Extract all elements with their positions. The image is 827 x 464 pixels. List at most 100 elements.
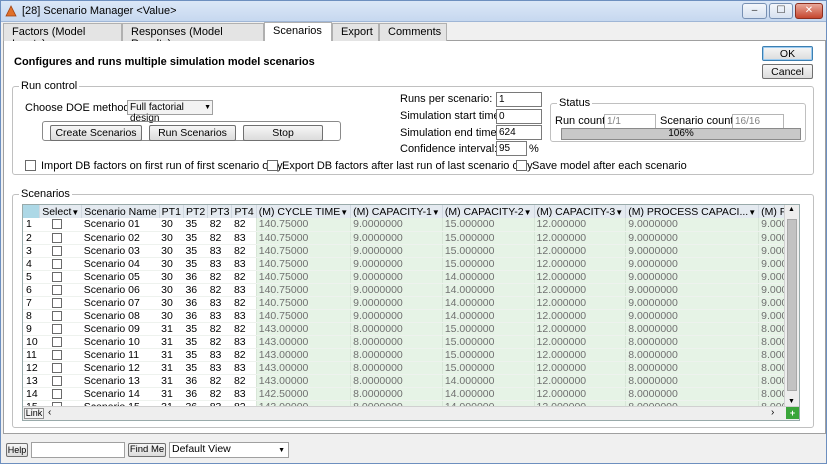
horizontal-scrollbar[interactable]: Link ‹ › + [23, 406, 799, 420]
select-cell[interactable] [39, 361, 82, 375]
save-model-checkbox[interactable] [516, 160, 527, 171]
tab-scenarios[interactable]: Scenarios [264, 22, 332, 41]
scenario-name-cell[interactable]: Scenario 08 [81, 309, 160, 323]
scenario-name-cell[interactable]: Scenario 04 [81, 257, 160, 271]
select-cell[interactable] [39, 257, 82, 271]
col-capacity-3[interactable]: (M) CAPACITY-3▼ [534, 205, 627, 218]
stop-button[interactable]: Stop [243, 125, 323, 141]
scroll-down-icon[interactable]: ▼ [788, 398, 795, 405]
scroll-right-icon[interactable]: › [771, 407, 774, 418]
pt3-cell[interactable]: 83 [207, 244, 232, 258]
scroll-thumb[interactable] [787, 219, 797, 391]
scroll-up-icon[interactable]: ▲ [788, 206, 795, 213]
select-cell[interactable] [39, 348, 82, 362]
select-cell[interactable] [39, 374, 82, 388]
link-button[interactable]: Link [24, 408, 44, 419]
scenario-name-cell[interactable]: Scenario 05 [81, 270, 160, 284]
pt2-cell[interactable]: 35 [183, 218, 208, 232]
pt3-cell[interactable]: 82 [207, 322, 232, 336]
scenario-name-cell[interactable]: Scenario 01 [81, 218, 160, 232]
runs-per-scenario-field[interactable]: 1 [496, 92, 542, 107]
select-cell[interactable] [39, 322, 82, 336]
help-button[interactable]: Help [6, 443, 28, 457]
pt3-cell[interactable]: 82 [207, 387, 232, 401]
find-input[interactable] [31, 442, 125, 458]
col-pt2[interactable]: PT2 [183, 205, 209, 218]
pt4-cell[interactable]: 82 [231, 244, 257, 258]
pt4-cell[interactable]: 83 [231, 335, 257, 349]
select-cell[interactable] [39, 309, 82, 323]
minimize-button[interactable]: – [742, 3, 767, 19]
tab-export[interactable]: Export [332, 23, 379, 41]
find-me-button[interactable]: Find Me [128, 443, 166, 457]
scenario-name-cell[interactable]: Scenario 07 [81, 296, 160, 310]
pt1-cell[interactable]: 30 [159, 231, 184, 245]
pt2-cell[interactable]: 35 [183, 335, 208, 349]
scenario-name-cell[interactable]: Scenario 12 [81, 361, 160, 375]
close-button[interactable]: ✕ [795, 3, 823, 19]
pt4-cell[interactable]: 82 [231, 322, 257, 336]
col-scenario-name[interactable]: Scenario Name [81, 205, 160, 218]
scenario-name-cell[interactable]: Scenario 09 [81, 322, 160, 336]
vertical-scrollbar[interactable]: ▲ ▼ [784, 205, 799, 406]
end-time-field[interactable]: 624 [496, 125, 542, 140]
pt2-cell[interactable]: 35 [183, 257, 208, 271]
pt1-cell[interactable]: 30 [159, 218, 184, 232]
select-cell[interactable] [39, 231, 82, 245]
select-checkbox[interactable] [51, 219, 62, 230]
select-checkbox[interactable] [51, 232, 62, 243]
table-row[interactable]: 1 Scenario 01 30 35 82 82 140.75000 9.0000000 15… [23, 218, 799, 232]
select-checkbox[interactable] [51, 258, 62, 269]
pt2-cell[interactable]: 35 [183, 244, 208, 258]
col-capacity-2[interactable]: (M) CAPACITY-2▼ [442, 205, 535, 218]
table-row[interactable]: 3 Scenario 03 30 35 83 82 140.75000 9.0000000 15… [23, 244, 799, 258]
scenario-name-cell[interactable]: Scenario 02 [81, 231, 160, 245]
run-scenarios-button[interactable]: Run Scenarios [149, 125, 236, 141]
scenario-name-cell[interactable]: Scenario 10 [81, 335, 160, 349]
pt4-cell[interactable]: 83 [231, 231, 257, 245]
table-row[interactable]: 13 Scenario 13 31 36 82 82 143.00000 8.0000000 1… [23, 374, 799, 388]
col-process-capacity[interactable]: (M) PROCESS CAPACI...▼ [625, 205, 760, 218]
pt3-cell[interactable]: 83 [207, 309, 232, 323]
pt1-cell[interactable]: 30 [159, 270, 184, 284]
pt3-cell[interactable]: 82 [207, 231, 232, 245]
select-cell[interactable] [39, 387, 82, 401]
table-row[interactable]: 6 Scenario 06 30 36 82 83 140.75000 9.0000000 14… [23, 283, 799, 297]
pt2-cell[interactable]: 35 [183, 231, 208, 245]
pt1-cell[interactable]: 30 [159, 283, 184, 297]
table-row[interactable]: 4 Scenario 04 30 35 83 83 140.75000 9.0000000 15… [23, 257, 799, 271]
pt4-cell[interactable]: 83 [231, 387, 257, 401]
pt4-cell[interactable]: 82 [231, 270, 257, 284]
scenario-name-cell[interactable]: Scenario 11 [81, 348, 160, 362]
col-pt1[interactable]: PT1 [159, 205, 184, 218]
pt4-cell[interactable]: 83 [231, 283, 257, 297]
pt2-cell[interactable]: 36 [183, 387, 208, 401]
select-checkbox[interactable] [51, 310, 62, 321]
pt4-cell[interactable]: 83 [231, 309, 257, 323]
pt1-cell[interactable]: 30 [159, 309, 184, 323]
select-cell[interactable] [39, 283, 82, 297]
tab-factors[interactable]: Factors (Model Inputs) [3, 23, 122, 50]
ok-button[interactable]: OK [762, 46, 813, 61]
table-row[interactable]: 7 Scenario 07 30 36 83 82 140.75000 9.0000000 14… [23, 296, 799, 310]
table-row[interactable]: 9 Scenario 09 31 35 82 82 143.00000 8.0000000 15… [23, 322, 799, 336]
pt2-cell[interactable]: 35 [183, 348, 208, 362]
select-cell[interactable] [39, 296, 82, 310]
select-checkbox[interactable] [51, 284, 62, 295]
pt3-cell[interactable]: 82 [207, 270, 232, 284]
create-scenarios-button[interactable]: Create Scenarios [50, 125, 142, 141]
import-db-checkbox[interactable] [25, 160, 36, 171]
pt2-cell[interactable]: 35 [183, 361, 208, 375]
pt1-cell[interactable]: 31 [159, 348, 184, 362]
pt3-cell[interactable]: 83 [207, 361, 232, 375]
col-capacity-1[interactable]: (M) CAPACITY-1▼ [350, 205, 443, 218]
table-row[interactable]: 14 Scenario 14 31 36 82 83 142.50000 8.0000000 1… [23, 387, 799, 401]
select-checkbox[interactable] [51, 349, 62, 360]
pt2-cell[interactable]: 36 [183, 283, 208, 297]
pt3-cell[interactable]: 82 [207, 218, 232, 232]
select-cell[interactable] [39, 244, 82, 258]
select-checkbox[interactable] [51, 388, 62, 399]
confidence-interval-field[interactable]: 95 [496, 141, 527, 156]
col-pt4[interactable]: PT4 [231, 205, 257, 218]
select-checkbox[interactable] [51, 323, 62, 334]
